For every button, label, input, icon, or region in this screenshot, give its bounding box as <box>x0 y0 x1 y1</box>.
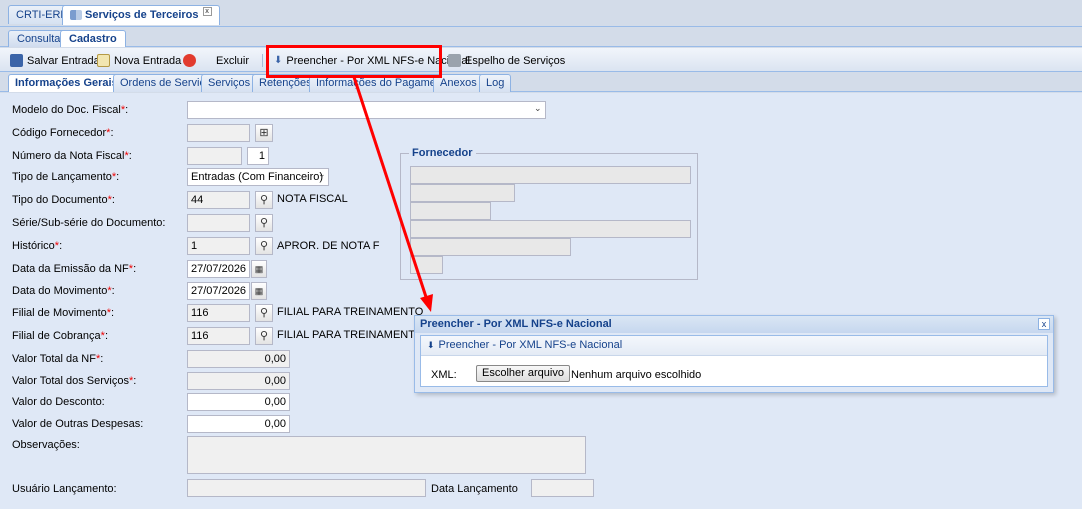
arrow-head <box>420 294 433 312</box>
arrow-line <box>352 76 429 301</box>
annotation-arrow <box>352 76 433 312</box>
